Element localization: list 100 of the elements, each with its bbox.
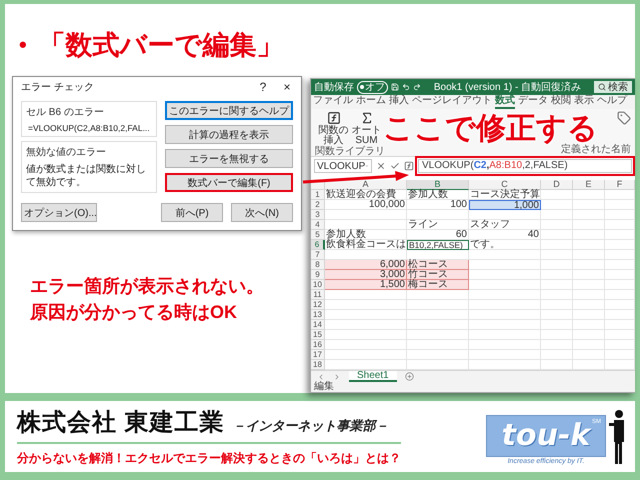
autosave-label: 自動保存: [314, 81, 354, 94]
formula-field[interactable]: VLOOKUP(C2,A8:B10,2,FALSE): [418, 159, 632, 173]
ribbon-tab[interactable]: 校閲: [551, 95, 571, 109]
table-cell: 1,500: [325, 280, 407, 290]
add-sheet-icon[interactable]: [404, 372, 414, 381]
note-line: エラー箇所が表示されない。: [30, 275, 265, 298]
tag-icon[interactable]: [617, 111, 631, 125]
row-header[interactable]: 4: [311, 220, 325, 230]
row-header[interactable]: 9: [311, 270, 325, 280]
table-cell: 梅コース: [407, 280, 469, 290]
person-figure-icon: [609, 408, 627, 464]
table-cell: 100: [407, 200, 469, 210]
toggle-knob: [360, 85, 364, 89]
function-icon[interactable]: [404, 161, 414, 171]
column-header[interactable]: B: [407, 180, 469, 190]
table-cell: 竹コース: [407, 270, 469, 280]
table-cell: B10,2,FALSE): [407, 240, 469, 250]
error-message: 値が数式または関数に対して無効です。: [26, 163, 147, 189]
row-header[interactable]: 12: [311, 300, 325, 310]
undo-icon[interactable]: [402, 83, 410, 91]
table-cell: ライン: [407, 220, 469, 230]
row-header[interactable]: 11: [311, 290, 325, 300]
group-name: 定義された名前: [561, 144, 631, 155]
close-button[interactable]: ×: [275, 78, 299, 96]
redo-icon[interactable]: [413, 83, 421, 91]
status-text: 編集: [311, 382, 635, 392]
next-sheet-icon[interactable]: [333, 372, 341, 380]
previous-sheet-icon[interactable]: [317, 372, 325, 380]
insert-function-button[interactable]: 関数の挿入: [318, 111, 348, 146]
table-cell: スタッフ: [469, 220, 541, 230]
row-header[interactable]: 18: [311, 360, 325, 370]
row-header[interactable]: 2: [311, 200, 325, 210]
row-header[interactable]: 16: [311, 340, 325, 350]
table-cell: 参加人数: [325, 230, 407, 240]
row-header[interactable]: 1: [311, 190, 325, 200]
cancel-icon[interactable]: [376, 161, 386, 171]
autosum-button[interactable]: オート SUM: [352, 111, 382, 146]
row-header[interactable]: 7: [311, 250, 325, 260]
group-name: 関数ライブラリ: [315, 146, 385, 157]
bullet: •: [19, 31, 27, 59]
column-header[interactable]: D: [541, 180, 573, 190]
workbook-title: Book1 (version 1) - 自動回復済み: [432, 80, 582, 94]
previous-button[interactable]: 前へ(P): [161, 203, 223, 222]
note-line: 原因が分かってる時はOK: [30, 301, 238, 324]
save-icon[interactable]: [391, 83, 399, 91]
dialog-button[interactable]: 数式バーで編集(F): [165, 173, 293, 192]
table-cell: 松コース: [407, 260, 469, 270]
ribbon-tab[interactable]: ファイル: [313, 95, 353, 109]
tagline: 分からないを解消！エクセルでエラー解決するときの「いろは」とは？: [17, 450, 401, 467]
sheet-tab[interactable]: Sheet1: [349, 371, 397, 382]
help-button[interactable]: ?: [251, 78, 275, 96]
row-header[interactable]: 6: [311, 240, 325, 250]
next-button[interactable]: 次へ(N): [231, 203, 293, 222]
ribbon-tab[interactable]: ページレイアウト: [412, 95, 492, 109]
column-header[interactable]: C: [469, 180, 541, 190]
row-header[interactable]: 10: [311, 280, 325, 290]
table-cell: 3,000: [325, 270, 407, 280]
dialog-title: エラー チェック: [21, 81, 95, 94]
table-cell: 1,000: [469, 200, 541, 210]
autosave-toggle[interactable]: オフ: [357, 80, 388, 94]
table-cell: コース決定予算: [469, 190, 541, 200]
search-icon: [598, 83, 606, 91]
column-header[interactable]: E: [573, 180, 605, 190]
row-header[interactable]: 13: [311, 310, 325, 320]
logo-text: tou-k: [502, 418, 590, 452]
column-header[interactable]: A: [325, 180, 407, 190]
group-label: セル B6 のエラー: [26, 106, 105, 119]
row-header[interactable]: 14: [311, 320, 325, 330]
name-box[interactable]: VLOOKUP: [314, 159, 372, 173]
row-header[interactable]: 8: [311, 260, 325, 270]
table-cell: 100,000: [325, 200, 407, 210]
function-icon: [326, 111, 340, 125]
ribbon-tab[interactable]: ヘルプ: [597, 95, 627, 109]
row-header[interactable]: 17: [311, 350, 325, 360]
row-header[interactable]: 15: [311, 330, 325, 340]
ribbon-tab[interactable]: 挿入: [389, 95, 409, 109]
table-cell: 参加人数: [407, 190, 469, 200]
table-cell: 60: [407, 230, 469, 240]
table-cell: です。: [469, 240, 541, 250]
ribbon-tab[interactable]: データ: [518, 95, 548, 109]
overlay-caption: ここで修正する: [383, 113, 598, 145]
dialog-button[interactable]: このエラーに関するヘルプ: [165, 101, 293, 120]
ribbon-tab[interactable]: 表示: [574, 95, 594, 109]
error-formula: =VLOOKUP(C2,A8:B10,2,FAL...: [27, 123, 151, 133]
search-field[interactable]: 検索: [594, 81, 632, 93]
column-header[interactable]: F: [605, 180, 635, 190]
ribbon-tab[interactable]: ホーム: [356, 95, 386, 109]
table-cell: 40: [469, 230, 541, 240]
slide-title: 「数式バーで編集」: [38, 29, 284, 62]
row-header[interactable]: 3: [311, 210, 325, 220]
options-button[interactable]: オプション(O)...: [21, 203, 97, 222]
enter-icon[interactable]: [390, 161, 400, 171]
table-cell: 飲食料金コースは: [325, 240, 407, 250]
table-cell: 6,000: [325, 260, 407, 270]
dialog-button[interactable]: 計算の過程を表示: [165, 125, 293, 144]
company-name: 株式会社 東建工業: [17, 408, 225, 438]
table-cell: 歓送迎会の会費: [325, 190, 407, 200]
row-header[interactable]: 5: [311, 230, 325, 240]
dialog-button[interactable]: エラーを無視する: [165, 149, 293, 168]
division-name: －インターネット事業部－: [232, 417, 389, 435]
